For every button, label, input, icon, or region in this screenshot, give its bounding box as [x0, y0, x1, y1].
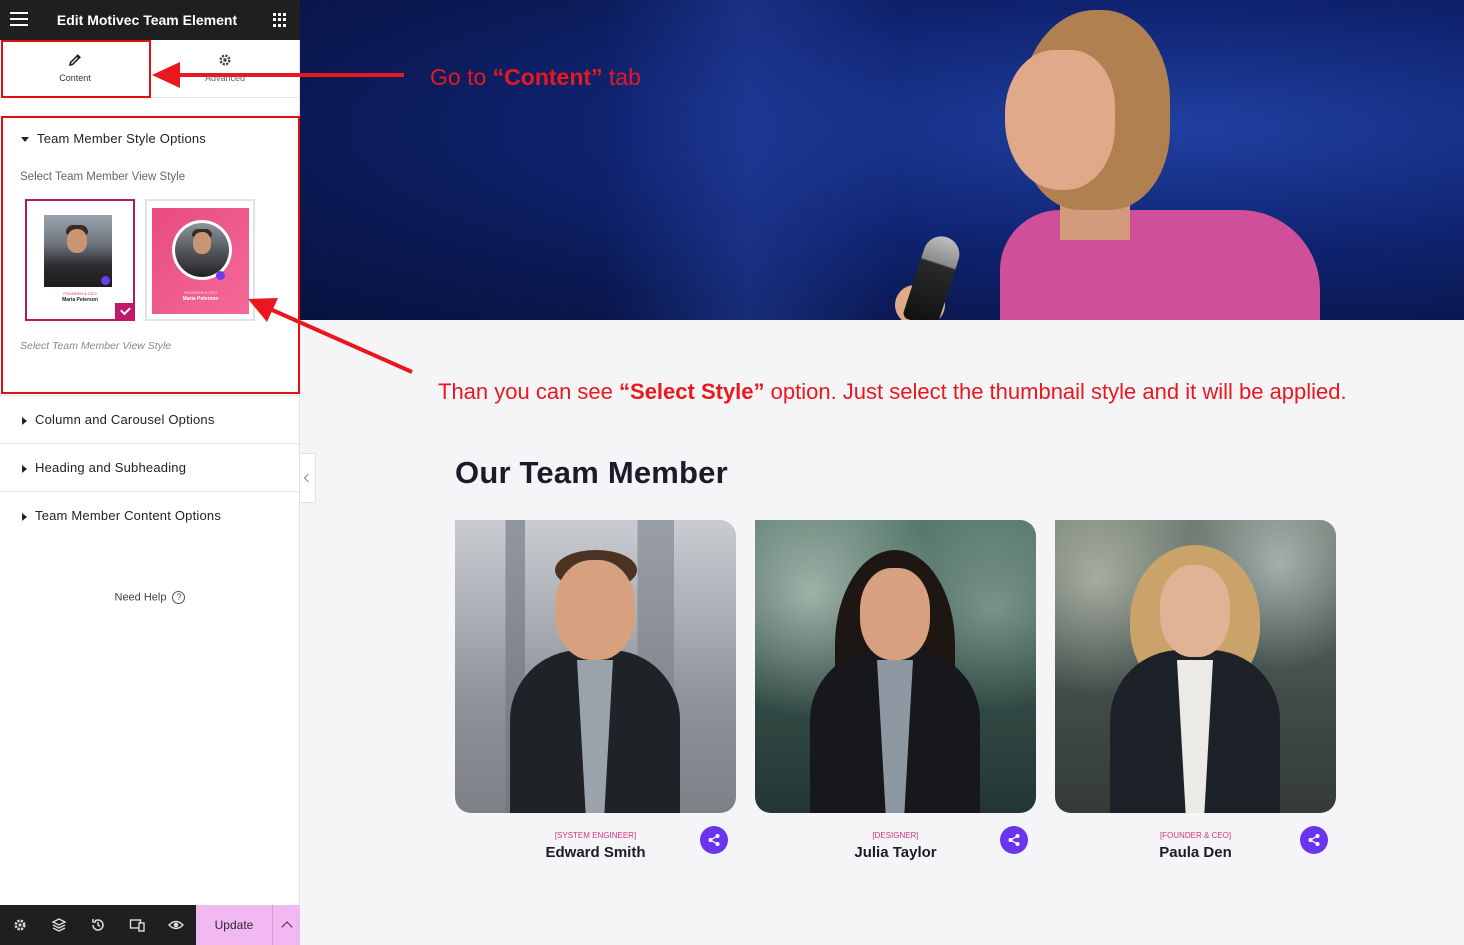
member-photo — [1055, 520, 1336, 813]
need-help-label: Need Help — [114, 591, 167, 604]
member-photo — [455, 520, 736, 813]
member-name: Paula Den — [1159, 844, 1232, 861]
share-button[interactable] — [1300, 826, 1328, 854]
team-member-card: [FOUNDER & CEO] Paula Den — [1055, 520, 1336, 861]
member-name: Edward Smith — [545, 844, 646, 861]
content-tab-highlight — [1, 40, 151, 98]
caret-right-icon — [22, 512, 27, 521]
annotation-step-select-style: Than you can see “Select Style” option. … — [438, 379, 1347, 404]
section-label: Heading and Subheading — [35, 460, 187, 475]
editor-header: Edit Motivec Team Element — [0, 0, 300, 40]
question-circle-icon: ? — [172, 591, 186, 604]
share-button[interactable] — [700, 826, 728, 854]
editor-footer: Update — [0, 905, 300, 945]
tab-advanced[interactable]: Advanced — [150, 40, 300, 98]
annotation-step-content-tab: Go to “Content” tab — [430, 64, 641, 90]
section-team-member-content-options[interactable]: Team Member Content Options — [0, 508, 300, 523]
section-label: Column and Carousel Options — [35, 412, 215, 427]
member-role: [SYSTEM ENGINEER] — [554, 831, 637, 840]
divider — [0, 443, 300, 444]
panel-title: Edit Motivec Team Element — [56, 12, 238, 28]
team-heading: Our Team Member — [455, 455, 728, 490]
divider — [0, 491, 300, 492]
preview-eye-icon[interactable] — [168, 917, 184, 933]
chevron-up-icon[interactable] — [272, 905, 300, 945]
hero-banner-image — [300, 0, 1464, 320]
member-name: Julia Taylor — [854, 844, 937, 861]
history-icon[interactable] — [90, 917, 106, 933]
responsive-icon[interactable] — [129, 917, 145, 933]
layers-icon[interactable] — [51, 917, 67, 933]
share-icon — [708, 834, 720, 846]
member-role: [DESIGNER] — [872, 831, 919, 840]
caret-right-icon — [22, 464, 27, 473]
microphone-image — [901, 231, 965, 320]
divider — [0, 395, 300, 396]
tab-advanced-label: Advanced — [204, 73, 246, 83]
share-icon — [1008, 834, 1020, 846]
caret-right-icon — [22, 416, 27, 425]
share-icon — [1308, 834, 1320, 846]
collapse-panel-handle[interactable] — [300, 453, 316, 503]
gear-icon — [219, 54, 231, 66]
update-button[interactable]: Update — [196, 905, 272, 945]
widgets-grid-icon[interactable] — [273, 13, 287, 27]
style-options-highlight — [1, 116, 300, 394]
share-button[interactable] — [1000, 826, 1028, 854]
member-photo — [755, 520, 1036, 813]
settings-icon[interactable] — [12, 917, 28, 933]
team-member-card: [DESIGNER] Julia Taylor — [755, 520, 1036, 861]
section-column-carousel-options[interactable]: Column and Carousel Options — [0, 412, 300, 427]
need-help-link[interactable]: Need Help? — [0, 591, 300, 604]
section-label: Team Member Content Options — [35, 508, 222, 523]
member-role: [FOUNDER & CEO] — [1159, 831, 1232, 840]
team-member-card: [SYSTEM ENGINEER] Edward Smith — [455, 520, 736, 861]
section-heading-subheading[interactable]: Heading and Subheading — [0, 460, 300, 475]
